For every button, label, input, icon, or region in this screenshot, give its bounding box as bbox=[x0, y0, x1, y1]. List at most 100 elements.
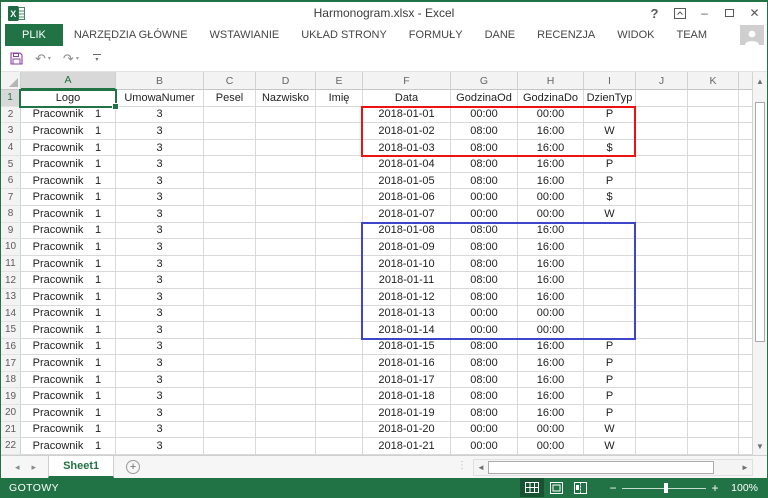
column-header-B[interactable]: B bbox=[116, 72, 204, 90]
column-header-K[interactable]: K bbox=[688, 72, 739, 90]
cell[interactable] bbox=[688, 322, 739, 339]
cell[interactable]: 3 bbox=[116, 438, 204, 455]
row-header[interactable]: 12 bbox=[1, 272, 21, 289]
column-header-D[interactable]: D bbox=[256, 72, 316, 90]
cell[interactable] bbox=[316, 421, 363, 439]
cell[interactable]: 16:00 bbox=[518, 239, 584, 256]
column-header-G[interactable]: G bbox=[451, 72, 518, 90]
cell[interactable] bbox=[204, 388, 256, 405]
row-header[interactable]: 21 bbox=[1, 421, 21, 439]
cell[interactable]: 2018-01-10 bbox=[363, 255, 451, 273]
cell[interactable]: 08:00 bbox=[451, 255, 518, 273]
scroll-left-icon[interactable]: ◄ bbox=[474, 460, 488, 475]
cell[interactable]: 08:00 bbox=[451, 288, 518, 306]
cell[interactable]: 3 bbox=[116, 156, 204, 173]
cell[interactable] bbox=[316, 371, 363, 389]
cell[interactable]: 3 bbox=[116, 388, 204, 405]
cell[interactable] bbox=[204, 172, 256, 190]
cell[interactable] bbox=[256, 139, 316, 157]
scroll-down-icon[interactable]: ▼ bbox=[753, 438, 767, 454]
cell[interactable]: P bbox=[584, 106, 636, 124]
scroll-right-icon[interactable]: ► bbox=[738, 460, 752, 475]
column-header-J[interactable]: J bbox=[636, 72, 688, 90]
cell[interactable]: 3 bbox=[116, 338, 204, 356]
cell[interactable] bbox=[316, 172, 363, 190]
row-header[interactable]: 16 bbox=[1, 338, 21, 356]
cell[interactable] bbox=[256, 172, 316, 190]
cell[interactable]: 16:00 bbox=[518, 388, 584, 405]
cell[interactable] bbox=[688, 189, 739, 207]
ribbon-tab-7[interactable]: TEAM bbox=[665, 24, 718, 46]
cell[interactable]: 16:00 bbox=[518, 172, 584, 190]
cell[interactable]: 3 bbox=[116, 139, 204, 157]
user-avatar[interactable] bbox=[740, 25, 764, 45]
cell[interactable] bbox=[584, 322, 636, 339]
cell[interactable]: 3 bbox=[116, 371, 204, 389]
cell[interactable] bbox=[204, 338, 256, 356]
cell[interactable]: 2018-01-05 bbox=[363, 172, 451, 190]
cell[interactable]: 3 bbox=[116, 272, 204, 289]
minimize-button[interactable]: – bbox=[692, 2, 717, 24]
cell[interactable]: Pracownik 1 bbox=[21, 222, 116, 240]
cell[interactable] bbox=[204, 239, 256, 256]
cell[interactable] bbox=[316, 355, 363, 372]
cell[interactable]: 3 bbox=[116, 106, 204, 124]
cell[interactable]: 16:00 bbox=[518, 355, 584, 372]
cell[interactable] bbox=[636, 355, 688, 372]
cell[interactable]: Data bbox=[363, 90, 451, 107]
cell[interactable] bbox=[204, 222, 256, 240]
cell[interactable]: Pracownik 1 bbox=[21, 106, 116, 124]
cell[interactable] bbox=[256, 388, 316, 405]
cell[interactable]: 00:00 bbox=[518, 206, 584, 223]
tab-sheet1[interactable]: Sheet1 bbox=[48, 456, 115, 478]
cell[interactable]: Pracownik 1 bbox=[21, 206, 116, 223]
cell[interactable] bbox=[688, 90, 739, 107]
row-header[interactable]: 19 bbox=[1, 388, 21, 405]
cell[interactable]: 08:00 bbox=[451, 371, 518, 389]
cell[interactable] bbox=[256, 355, 316, 372]
cell[interactable] bbox=[636, 371, 688, 389]
cell[interactable]: 00:00 bbox=[451, 106, 518, 124]
cell[interactable] bbox=[256, 255, 316, 273]
cell[interactable] bbox=[256, 106, 316, 124]
cell[interactable] bbox=[256, 189, 316, 207]
row-header[interactable]: 11 bbox=[1, 255, 21, 273]
cell[interactable]: 00:00 bbox=[518, 305, 584, 323]
row-header[interactable]: 20 bbox=[1, 404, 21, 422]
cell[interactable] bbox=[204, 206, 256, 223]
cell[interactable] bbox=[316, 156, 363, 173]
cell[interactable]: P bbox=[584, 172, 636, 190]
cell[interactable]: 00:00 bbox=[518, 106, 584, 124]
cell[interactable]: 3 bbox=[116, 404, 204, 422]
cell[interactable] bbox=[688, 206, 739, 223]
cell[interactable] bbox=[636, 305, 688, 323]
scroll-up-icon[interactable]: ▲ bbox=[753, 73, 767, 89]
column-header-A[interactable]: A bbox=[21, 72, 116, 90]
cell[interactable] bbox=[316, 139, 363, 157]
ribbon-tab-4[interactable]: DANE bbox=[474, 24, 527, 46]
cell[interactable]: 08:00 bbox=[451, 172, 518, 190]
cell[interactable] bbox=[204, 272, 256, 289]
ribbon-tab-0[interactable]: NARZĘDZIA GŁÓWNE bbox=[63, 24, 199, 46]
cell[interactable]: 08:00 bbox=[451, 239, 518, 256]
cell[interactable]: P bbox=[584, 338, 636, 356]
cell[interactable] bbox=[316, 288, 363, 306]
cell[interactable] bbox=[688, 139, 739, 157]
cell[interactable]: Pracownik 1 bbox=[21, 189, 116, 207]
cell[interactable]: 08:00 bbox=[451, 272, 518, 289]
cell[interactable]: Pracownik 1 bbox=[21, 123, 116, 140]
cell[interactable]: 16:00 bbox=[518, 404, 584, 422]
cell[interactable]: P bbox=[584, 355, 636, 372]
cell[interactable] bbox=[316, 106, 363, 124]
cell[interactable]: $ bbox=[584, 139, 636, 157]
cell[interactable]: 00:00 bbox=[518, 438, 584, 455]
cell[interactable] bbox=[636, 106, 688, 124]
cell[interactable] bbox=[688, 355, 739, 372]
cell[interactable]: 3 bbox=[116, 255, 204, 273]
cell[interactable] bbox=[636, 90, 688, 107]
cell[interactable]: $ bbox=[584, 189, 636, 207]
vertical-scrollbar[interactable]: ▲ ▼ bbox=[752, 72, 767, 455]
cell[interactable]: 2018-01-18 bbox=[363, 388, 451, 405]
cell[interactable]: 16:00 bbox=[518, 338, 584, 356]
cell[interactable]: 3 bbox=[116, 305, 204, 323]
